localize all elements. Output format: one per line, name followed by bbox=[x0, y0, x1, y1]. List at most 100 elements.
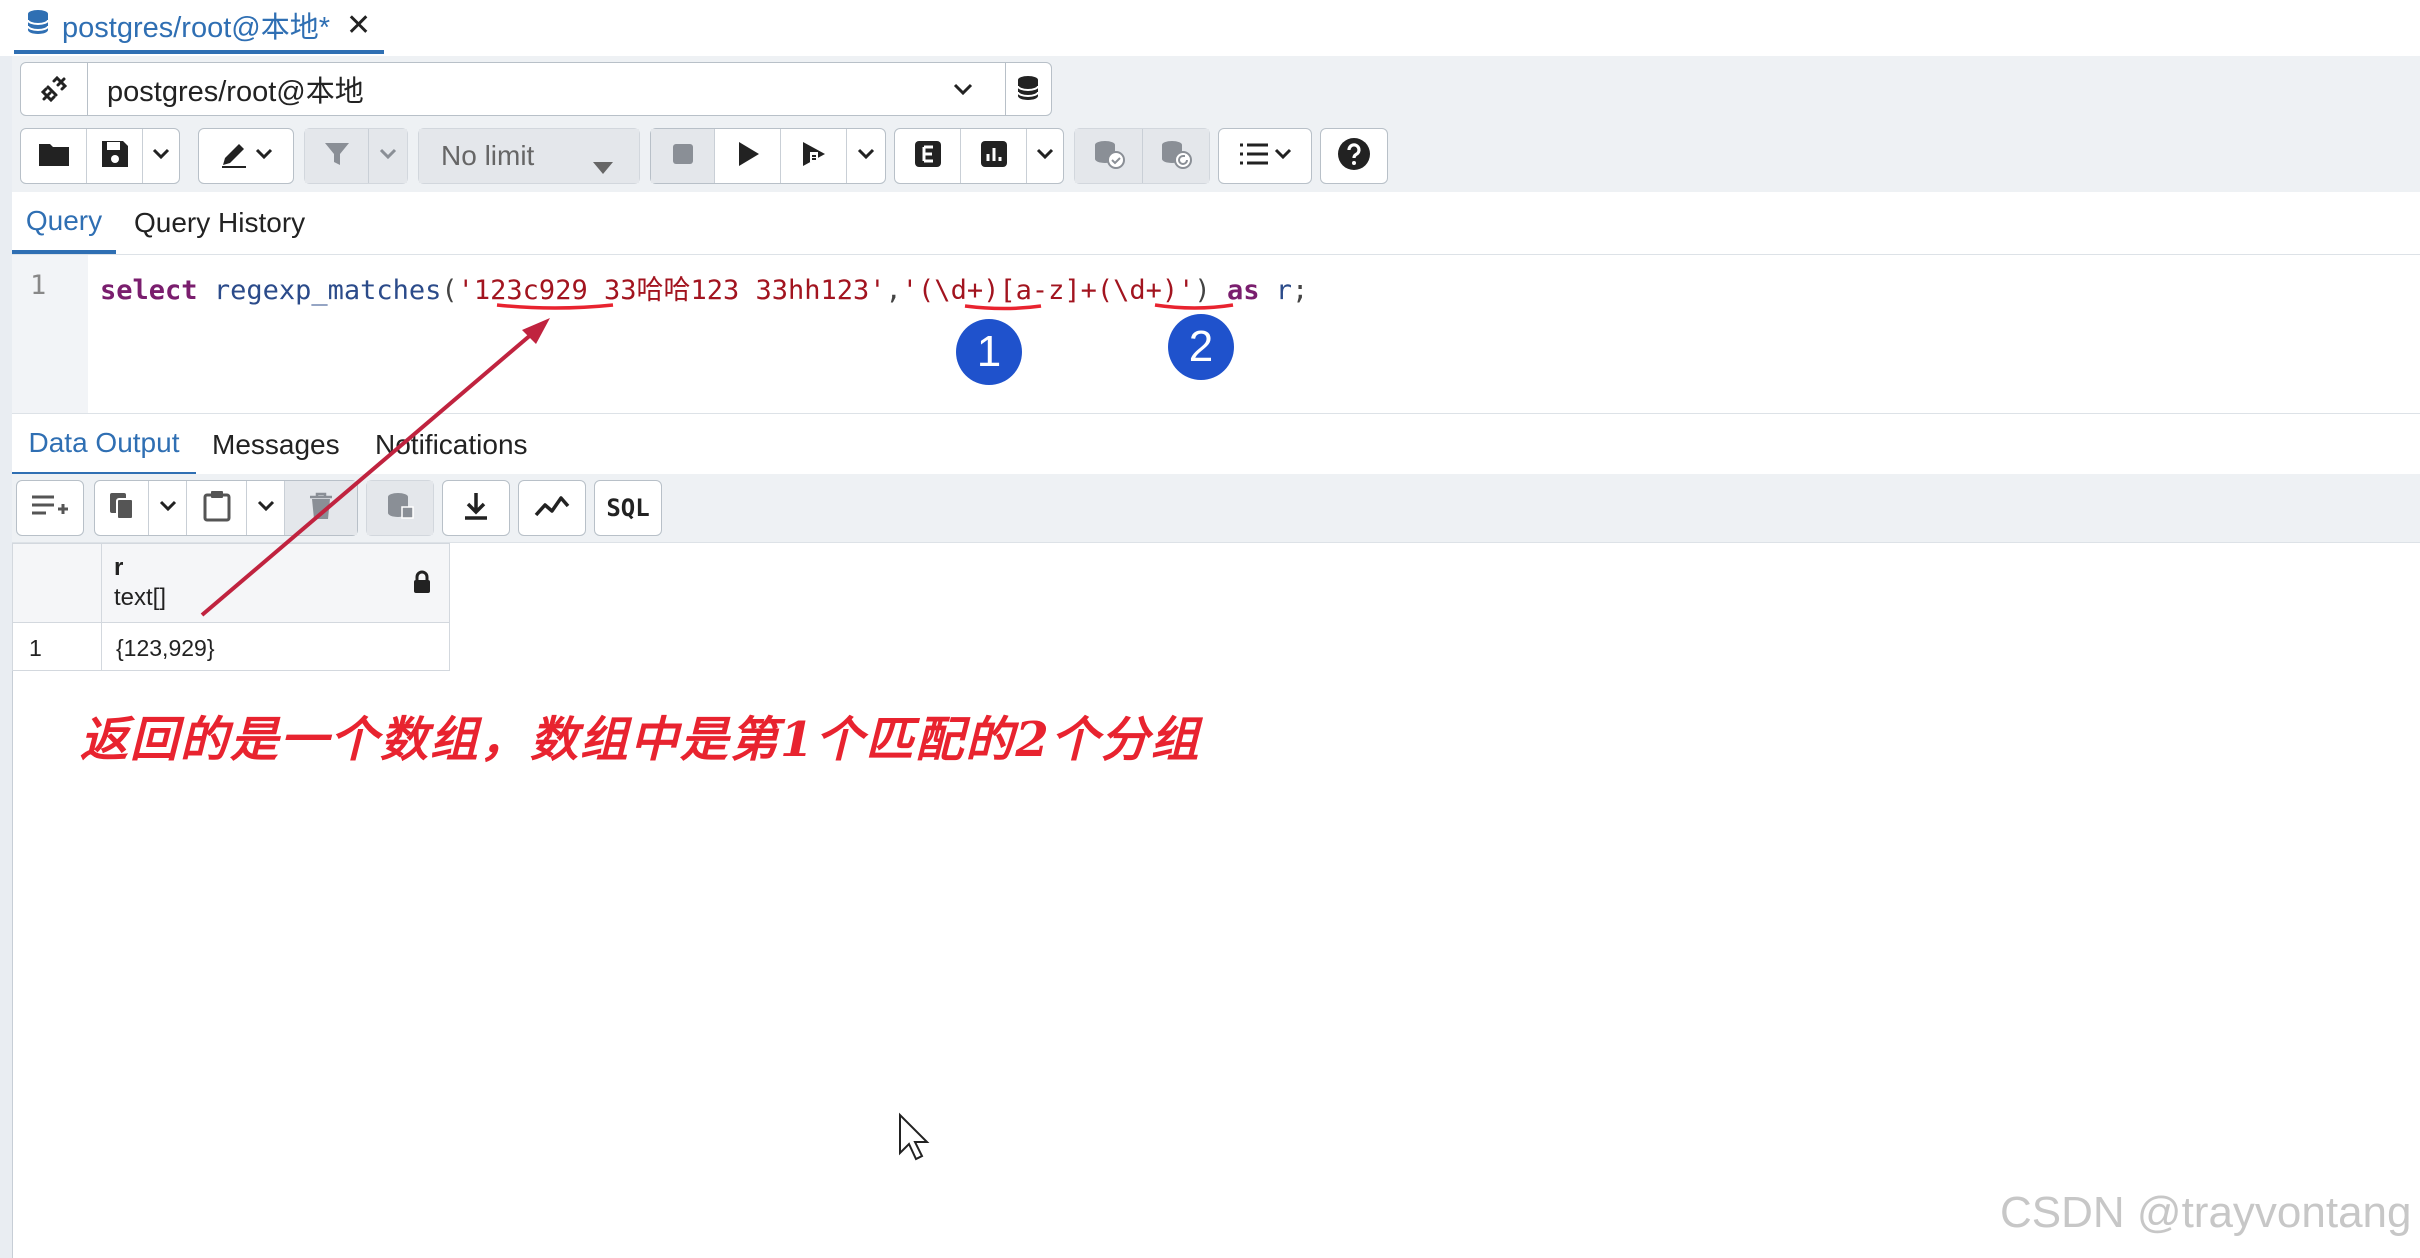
chevron-down-icon bbox=[857, 147, 875, 165]
filter-options-dropdown[interactable] bbox=[369, 129, 407, 183]
execute-script-button[interactable] bbox=[781, 129, 847, 183]
data-grid: r text[] 1 {123,929} bbox=[12, 543, 450, 671]
lock-icon bbox=[412, 570, 432, 599]
sql-code-line[interactable]: select regexp_matches('123c929 33哈哈123 3… bbox=[100, 268, 1308, 307]
tab-query[interactable]: Query bbox=[12, 192, 116, 254]
tab-data-output-label: Data Output bbox=[28, 427, 180, 458]
download-csv-button[interactable] bbox=[443, 481, 509, 535]
connection-select[interactable]: postgres/root@本地 bbox=[87, 63, 1005, 115]
copy-options-dropdown[interactable] bbox=[149, 481, 187, 535]
row-limit-group: No limit bbox=[418, 128, 640, 184]
copy-button[interactable] bbox=[95, 481, 149, 535]
rollback-button[interactable] bbox=[1143, 129, 1209, 183]
tab-data-output[interactable]: Data Output bbox=[12, 414, 196, 476]
save-data-changes-button[interactable] bbox=[367, 481, 433, 535]
keyword-select: select bbox=[100, 275, 198, 306]
explain-button[interactable] bbox=[895, 129, 961, 183]
help-button-group bbox=[1320, 128, 1388, 184]
help-button[interactable] bbox=[1321, 129, 1387, 183]
group-1-badge: 1 bbox=[956, 319, 1022, 385]
add-row-icon bbox=[30, 493, 70, 524]
tab-notifications[interactable]: Notifications bbox=[375, 414, 528, 476]
tab-query-history[interactable]: Query History bbox=[134, 192, 305, 254]
add-row-group bbox=[16, 480, 84, 536]
string-literal-input: '123c929 33哈哈123 33hh123' bbox=[457, 275, 886, 306]
row-limit-select[interactable]: No limit bbox=[419, 129, 639, 183]
function-name: regexp_matches bbox=[213, 275, 442, 306]
row-number-cell[interactable]: 1 bbox=[12, 623, 102, 671]
file-button-group bbox=[20, 128, 180, 184]
open-file-button[interactable] bbox=[21, 129, 87, 183]
execute-button-group bbox=[650, 128, 886, 184]
grid-corner-cell[interactable] bbox=[12, 543, 102, 623]
line-number-gutter bbox=[12, 255, 88, 413]
mouse-cursor-icon bbox=[899, 1112, 930, 1161]
add-row-button[interactable] bbox=[17, 481, 83, 535]
edit-dropdown-button[interactable] bbox=[199, 129, 293, 183]
explain-options-dropdown[interactable] bbox=[1027, 129, 1063, 183]
connection-bar: postgres/root@本地 bbox=[20, 62, 1052, 116]
save-file-button[interactable] bbox=[87, 129, 143, 183]
copy-paste-group bbox=[94, 480, 358, 536]
column-type: text[] bbox=[114, 584, 167, 611]
group-2-badge: 2 bbox=[1168, 314, 1234, 380]
download-group bbox=[442, 480, 510, 536]
play-script-icon bbox=[800, 140, 828, 173]
annotation-text: 返回的是一个数组，数组中是第1个匹配的2个分组 bbox=[80, 712, 1201, 768]
row-limit-label: No limit bbox=[441, 140, 535, 171]
filter-button[interactable] bbox=[305, 129, 369, 183]
folder-icon bbox=[38, 141, 70, 172]
explain-icon bbox=[914, 140, 942, 173]
query-tool-tab-title: postgres/root@本地* bbox=[62, 12, 330, 44]
copy-icon bbox=[108, 491, 136, 526]
new-connection-database-icon[interactable] bbox=[1005, 63, 1052, 115]
string-literal-pattern: '(\d+)[a-z]+(\d+)' bbox=[901, 275, 1195, 306]
tab-notifications-label: Notifications bbox=[375, 429, 528, 460]
transaction-button-group bbox=[1074, 128, 1210, 184]
graph-visualiser-button[interactable] bbox=[519, 481, 585, 535]
explain-analyze-icon bbox=[980, 140, 1008, 173]
paste-button[interactable] bbox=[187, 481, 247, 535]
stop-query-button[interactable] bbox=[651, 129, 715, 183]
watermark: CSDN @trayvontang bbox=[2000, 1188, 2412, 1237]
keyword-as: as bbox=[1226, 275, 1260, 306]
caret-down-icon bbox=[593, 149, 613, 181]
result-cell[interactable]: {123,929} bbox=[102, 623, 450, 671]
chevron-down-icon[interactable] bbox=[921, 63, 1005, 115]
save-data-icon bbox=[385, 491, 415, 526]
tab-query-history-label: Query History bbox=[134, 207, 306, 238]
rollback-icon bbox=[1160, 139, 1192, 174]
edit-button-group bbox=[198, 128, 294, 184]
open-paren: ( bbox=[441, 275, 458, 306]
explain-analyze-button[interactable] bbox=[961, 129, 1027, 183]
query-tool-tab[interactable]: postgres/root@本地* ✕ bbox=[14, 0, 384, 54]
connection-status-icon[interactable] bbox=[21, 63, 88, 115]
graph-group bbox=[518, 480, 586, 536]
help-icon bbox=[1337, 137, 1371, 176]
execute-options-dropdown[interactable] bbox=[847, 129, 885, 183]
database-icon bbox=[26, 8, 52, 43]
download-icon bbox=[462, 491, 490, 526]
semicolon: ; bbox=[1291, 275, 1309, 306]
save-icon bbox=[101, 140, 129, 173]
column-header-r[interactable]: r text[] bbox=[102, 543, 450, 623]
delete-row-button[interactable] bbox=[285, 481, 357, 535]
paste-options-dropdown[interactable] bbox=[247, 481, 285, 535]
save-options-dropdown[interactable] bbox=[143, 129, 179, 183]
explain-button-group bbox=[894, 128, 1064, 184]
clipboard-icon bbox=[203, 490, 231, 527]
macros-dropdown-button[interactable] bbox=[1219, 129, 1311, 183]
filter-button-group bbox=[304, 128, 408, 184]
close-tab-icon[interactable]: ✕ bbox=[346, 8, 371, 43]
comma: , bbox=[885, 275, 902, 306]
column-alias: r bbox=[1275, 275, 1292, 306]
macros-button-group bbox=[1218, 128, 1312, 184]
execute-query-button[interactable] bbox=[715, 129, 781, 183]
tab-messages[interactable]: Messages bbox=[212, 414, 340, 476]
commit-button[interactable] bbox=[1075, 129, 1143, 183]
chevron-down-icon bbox=[159, 499, 177, 517]
sql-label: SQL bbox=[606, 494, 650, 522]
list-icon bbox=[1238, 142, 1270, 171]
view-sql-button[interactable]: SQL bbox=[595, 481, 661, 535]
tab-messages-label: Messages bbox=[212, 429, 340, 460]
